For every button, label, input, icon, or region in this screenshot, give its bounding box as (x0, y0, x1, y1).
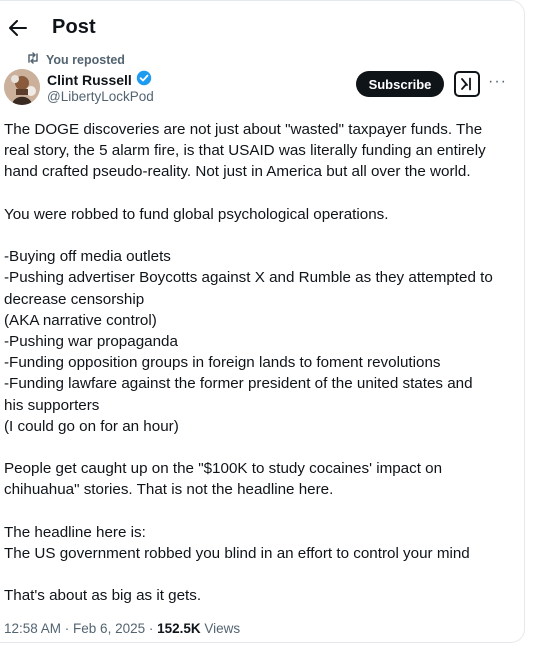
post-paragraph: That's about as big as it gets. (4, 585, 514, 606)
post-text-line: chihuahua" stories. That is not the head… (4, 481, 334, 499)
post-header: Post (0, 13, 520, 43)
post-text-line: (AKA narrative control) (4, 311, 157, 329)
post-text-line: hand crafted pseudo-reality. Not just in… (4, 163, 471, 181)
subscribe-button[interactable]: Subscribe (356, 71, 444, 97)
back-arrow-icon[interactable] (8, 18, 28, 38)
post-date[interactable]: Feb 6, 2025 (73, 621, 145, 636)
post-text-line: -Funding lawfare against the former pres… (4, 375, 473, 393)
meta-separator: · (61, 621, 74, 636)
post-paragraph: You were robbed to fund global psycholog… (4, 204, 514, 225)
meta-separator: · (145, 621, 158, 636)
post-paragraph: People get caught up on the "$100K to st… (4, 458, 514, 500)
post-text-line: People get caught up on the "$100K to st… (4, 460, 443, 478)
post-text-line: That's about as big as it gets. (4, 587, 202, 605)
author-handle[interactable]: @LibertyLockPod (47, 89, 154, 104)
post-text-line: decrease censorship (4, 290, 145, 308)
author-name-row[interactable]: Clint Russell (47, 70, 152, 89)
post-paragraph: The headline here is: The US government r… (4, 522, 514, 564)
views-count: 152.5K (157, 621, 201, 636)
grok-icon[interactable] (454, 71, 480, 97)
post-text-line: real story, the 5 alarm fire, is that US… (4, 142, 486, 160)
repost-indicator: You reposted (26, 52, 125, 67)
post-text-line: his supporters (4, 396, 100, 414)
post-paragraph: The DOGE discoveries are not just about … (4, 119, 514, 183)
post-text-line: The headline here is: (4, 523, 146, 541)
post-text: The DOGE discoveries are not just about … (4, 119, 514, 628)
post-text-line: -Pushing war propaganda (4, 333, 178, 350)
post-paragraph: -Buying off media outlets -Pushing advert… (4, 246, 514, 437)
post-text-line: The DOGE discoveries are not just about … (4, 121, 483, 138)
post-meta: 12:58 AM · Feb 6, 2025 · 152.5K Views (4, 621, 240, 636)
post-text-line: -Funding opposition groups in foreign la… (4, 354, 441, 372)
post-text-line: You were robbed to fund global psycholog… (4, 205, 389, 223)
views-label: Views (200, 621, 241, 636)
post-text-line: -Pushing advertiser Boycotts against X a… (4, 269, 493, 287)
repost-label: You reposted (46, 52, 125, 67)
avatar[interactable] (4, 69, 40, 105)
page-title: Post (52, 16, 96, 38)
verified-badge-icon (136, 70, 152, 89)
more-options-icon[interactable]: ··· (488, 74, 507, 90)
post-text-line: The US government robbed you blind in an… (4, 545, 470, 562)
repost-icon (26, 52, 40, 67)
author-name[interactable]: Clint Russell (47, 72, 132, 88)
post-time[interactable]: 12:58 AM (4, 621, 61, 636)
post-text-line: (I could go on for an hour) (4, 417, 179, 435)
post-card: Post You reposted Clint Russell @Liberty… (0, 0, 525, 643)
post-text-line: -Buying off media outlets (4, 248, 171, 266)
